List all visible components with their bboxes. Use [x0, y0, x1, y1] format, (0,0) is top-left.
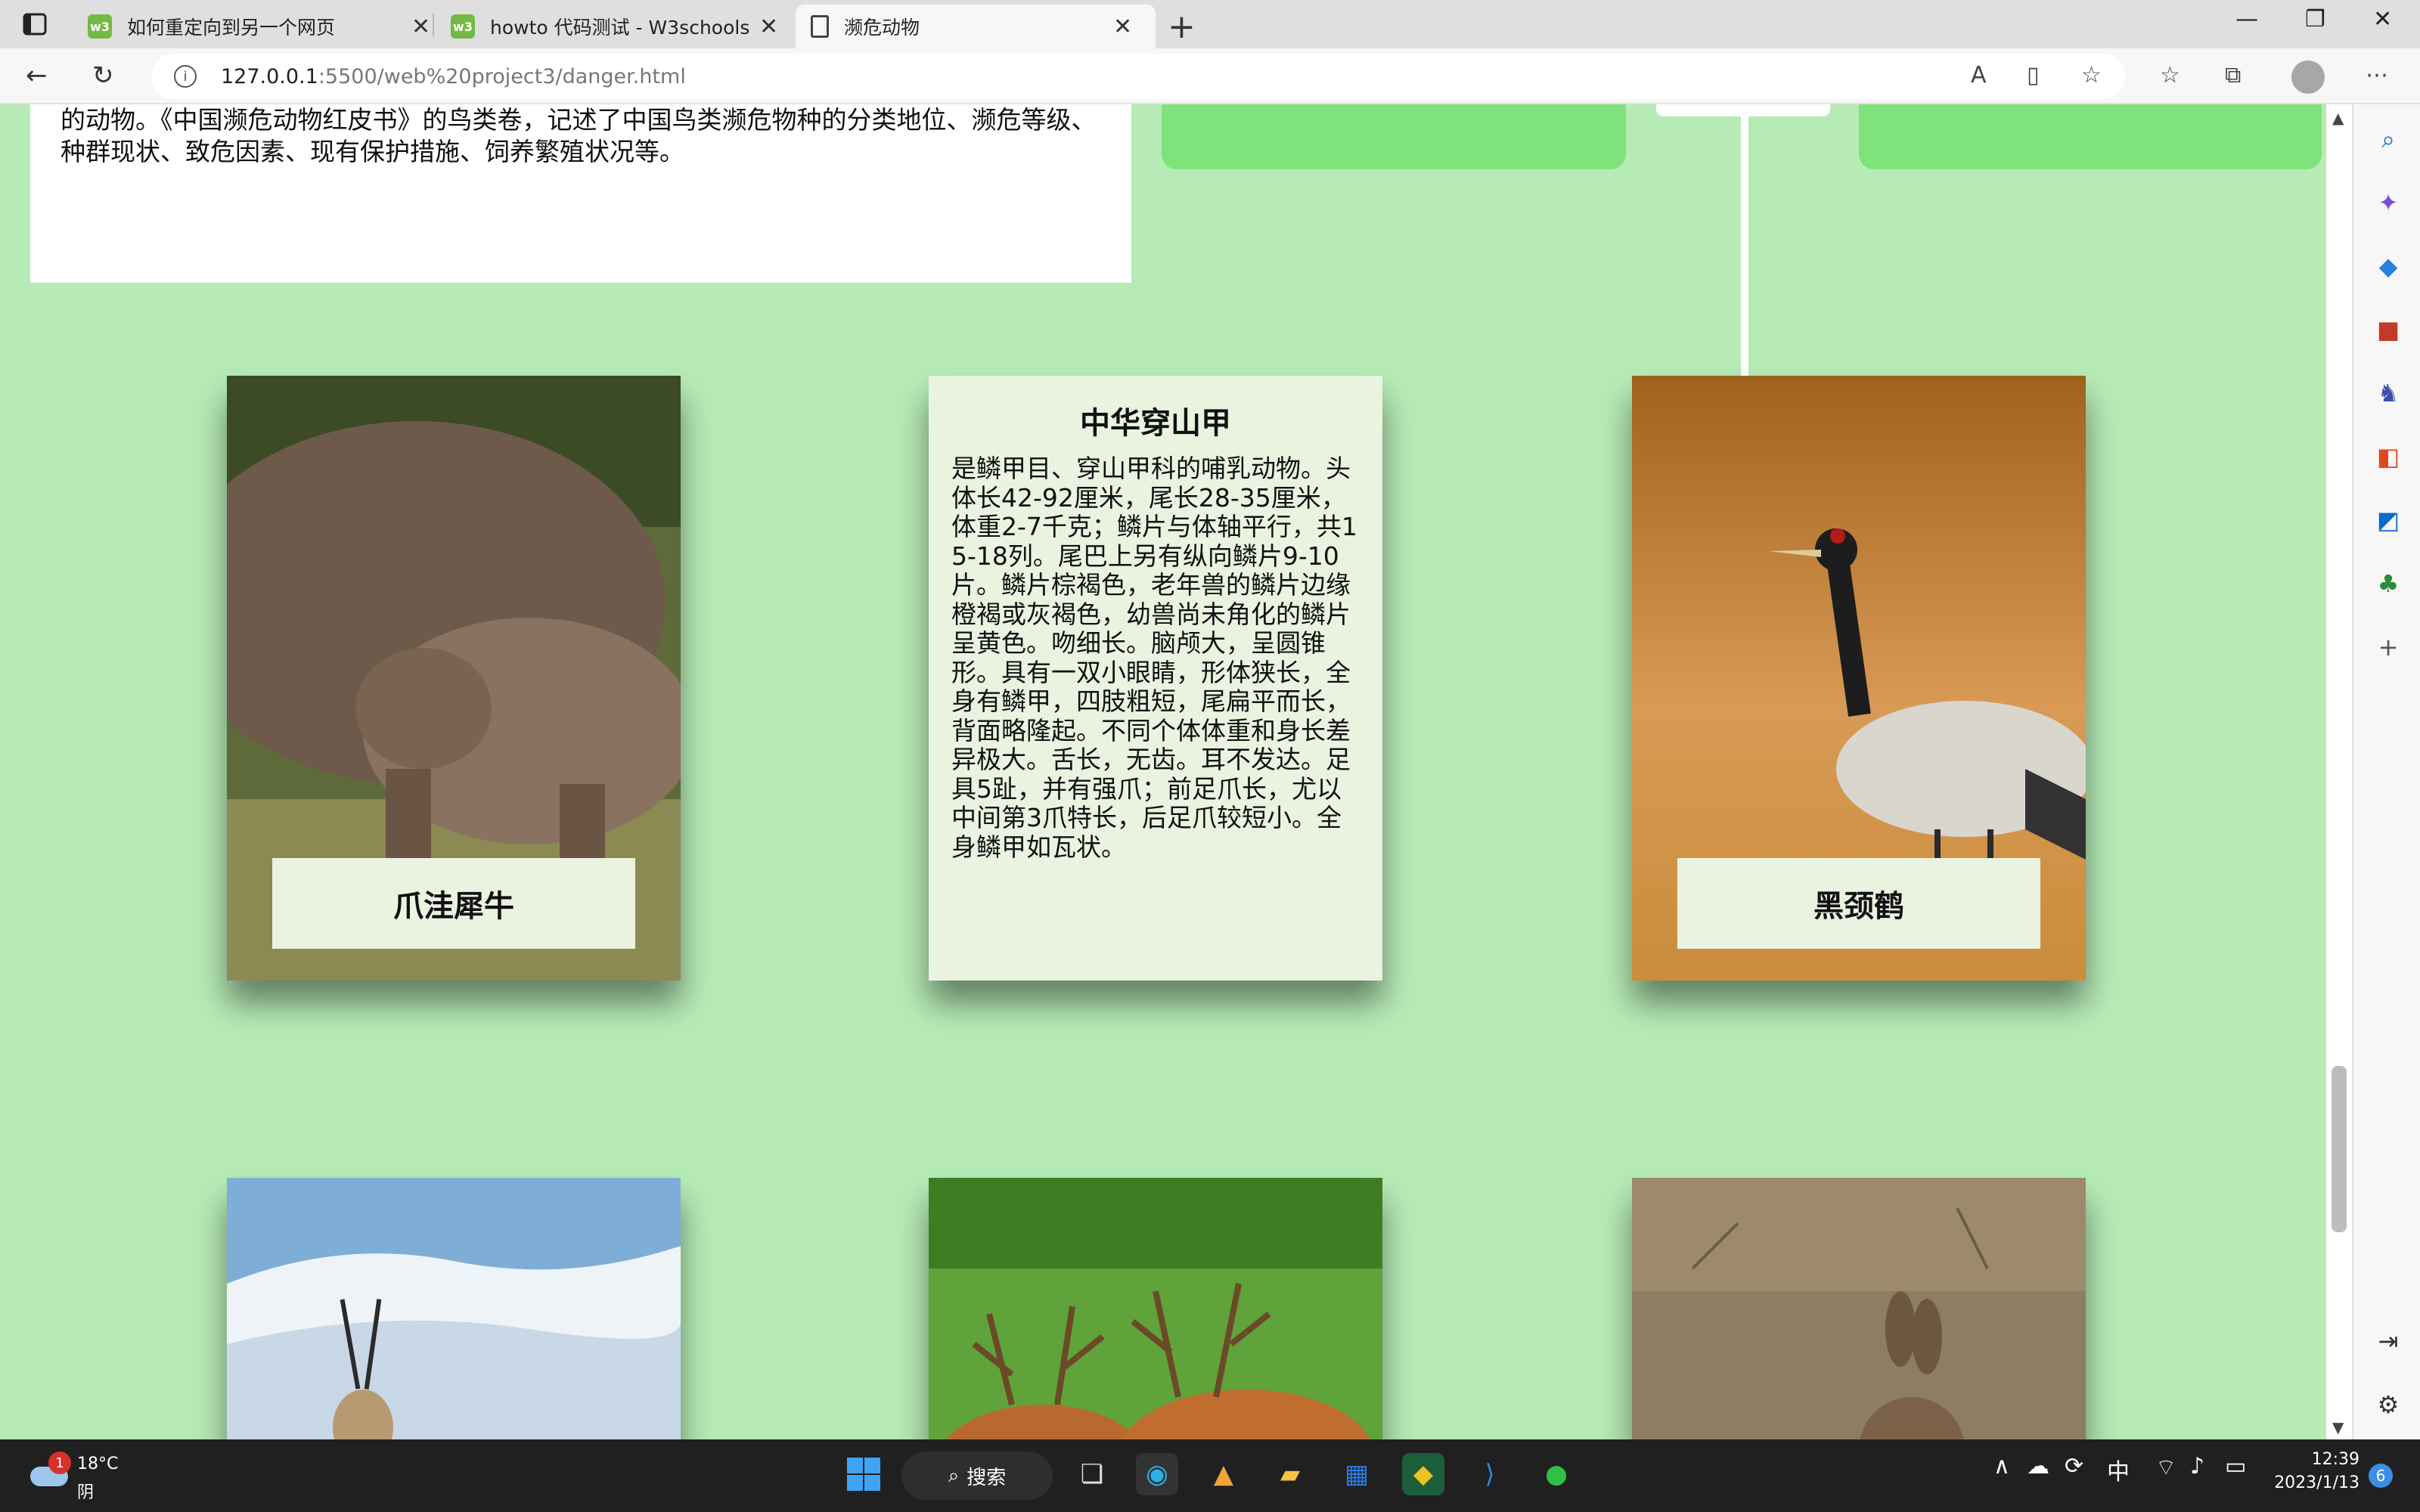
store-icon[interactable]: ▦ [1336, 1453, 1378, 1495]
clock[interactable]: 12:39 2023/1/13 [2269, 1450, 2360, 1492]
w3schools-favicon-icon: w3 [88, 14, 112, 39]
more-menu-icon[interactable]: ⋯ [2366, 62, 2388, 88]
tab-redirect[interactable]: w3 如何重定向到另一个网页 ✕ [73, 5, 445, 48]
close-tab-icon[interactable]: ✕ [1113, 14, 1132, 40]
file-explorer-icon[interactable]: ▰ [1269, 1453, 1311, 1495]
close-tab-icon[interactable]: ✕ [411, 14, 430, 40]
add-favorite-icon[interactable]: ☆ [2081, 62, 2102, 88]
taskbar-search[interactable]: ⌕ 搜索 [901, 1452, 1053, 1500]
app-yellow-icon[interactable]: ◆ [1402, 1453, 1444, 1495]
search-icon: ⌕ [948, 1464, 960, 1487]
site-info-icon[interactable]: i [174, 65, 197, 88]
immersive-reader-icon[interactable]: ▯ [2027, 62, 2040, 88]
tools-icon[interactable]: ■ [2373, 314, 2403, 345]
outlook-icon[interactable]: ◩ [2373, 505, 2403, 535]
read-aloud-icon[interactable]: A [1971, 62, 1987, 88]
animal-name-plate: 黑颈鹤 [1677, 858, 2040, 949]
document-favicon-icon [811, 15, 829, 38]
windows-start-icon[interactable] [842, 1453, 885, 1495]
scrollbar-thumb[interactable] [2332, 1066, 2347, 1232]
navigation-bar: ← ↻ i 127.0.0.1 :5500/web%20project3/dan… [0, 48, 2420, 104]
collections-icon[interactable]: ⧉ [2225, 62, 2241, 88]
settings-gear-icon[interactable]: ⚙ [2373, 1390, 2403, 1420]
favorites-icon[interactable]: ☆ [2160, 62, 2180, 88]
tab-title: 如何重定向到另一个网页 [127, 17, 336, 39]
vertical-scrollbar[interactable]: ▲ ▼ [2326, 104, 2352, 1439]
windows-taskbar: 1 18°C 阴 ⌕ 搜索 ❏ ◉ ▲ ▰ ▦ ◆ ⟩ ● ∧ ☁ ⟳ 中 ⌔ … [0, 1439, 2420, 1512]
copilot-icon[interactable]: ✦ [2373, 187, 2403, 218]
tab-title: 濒危动物 [844, 17, 920, 39]
tab-danger-animals[interactable]: 濒危动物 ✕ [796, 5, 1156, 48]
games-icon[interactable]: ♞ [2373, 378, 2403, 408]
tab-actions-icon[interactable] [20, 11, 50, 38]
intro-line: 种群现状、致危因素、现有保护措施、饲养繁殖状况等。 [60, 137, 684, 166]
shopping-icon[interactable]: ◆ [2373, 251, 2403, 281]
search-label: 搜索 [966, 1466, 1007, 1489]
new-tab-icon[interactable]: + [1168, 8, 1196, 46]
animal-card-rhino[interactable]: 爪洼犀牛 [227, 376, 681, 981]
animal-card-antelope[interactable] [227, 1178, 681, 1439]
restore-icon[interactable]: ❐ [2305, 6, 2325, 33]
green-panel [1162, 104, 1626, 169]
timeline-line [1741, 104, 1748, 376]
close-tab-icon[interactable]: ✕ [759, 14, 778, 40]
refresh-icon[interactable]: ↻ [92, 60, 114, 91]
profile-avatar[interactable] [2291, 60, 2325, 94]
edge-browser-icon[interactable]: ◉ [1136, 1453, 1178, 1495]
wifi-icon[interactable]: ⌔ [2155, 1453, 2176, 1482]
green-panel [1859, 104, 2322, 169]
volume-icon[interactable]: ♪ [2190, 1453, 2204, 1479]
sync-icon[interactable]: ⟳ [2065, 1453, 2083, 1479]
tray-chevron-icon[interactable]: ∧ [1993, 1453, 2010, 1479]
animal-title: 中华穿山甲 [1080, 406, 1231, 441]
add-sidebar-icon[interactable]: + [2373, 632, 2403, 662]
tab-divider [433, 14, 434, 36]
onedrive-icon[interactable]: ☁ [2027, 1453, 2049, 1479]
battery-icon[interactable]: ▭ [2225, 1453, 2246, 1479]
office-icon[interactable]: ◧ [2373, 442, 2403, 472]
search-icon[interactable]: ⌕ [2373, 124, 2403, 154]
back-icon[interactable]: ← [26, 60, 48, 91]
weather-desc: 阴 [77, 1483, 95, 1502]
tab-bar: w3 如何重定向到另一个网页 ✕ w3 howto 代码测试 - W3schoo… [0, 0, 2420, 48]
tab-title: howto 代码测试 - W3schools 在线 [490, 17, 755, 39]
clock-time: 12:39 [2311, 1450, 2360, 1469]
animal-card-deer[interactable] [929, 1178, 1382, 1439]
hide-sidebar-icon[interactable]: ⇥ [2373, 1326, 2403, 1356]
url-host: 127.0.0.1 [221, 64, 318, 88]
weather-badge: 1 [48, 1452, 71, 1474]
animal-name-plate: 爪洼犀牛 [272, 858, 635, 949]
url-path: :5500/web%20project3/danger.html [318, 64, 686, 88]
minimize-icon[interactable]: — [2235, 6, 2258, 33]
notification-badge[interactable]: 6 [2369, 1464, 2393, 1488]
weather-temp: 18°C [77, 1455, 119, 1473]
weather-widget[interactable]: 1 18°C 阴 [23, 1450, 129, 1503]
w3schools-favicon-icon: w3 [451, 14, 475, 39]
close-window-icon[interactable]: ✕ [2373, 6, 2392, 33]
animal-info-card-pangolin[interactable]: 中华穿山甲 是鳞甲目、穿山甲科的哺乳动物。头体长42-92厘米，尾长28-35厘… [929, 376, 1382, 981]
animal-description: 是鳞甲目、穿山甲科的哺乳动物。头体长42-92厘米，尾长28-35厘米，体重2-… [951, 454, 1357, 862]
vscode-icon[interactable]: ⟩ [1469, 1453, 1511, 1495]
app-triangle-icon[interactable]: ▲ [1202, 1453, 1245, 1495]
antelope-photo [227, 1178, 681, 1439]
intro-text-box: 的动物。《中国濒危动物红皮书》的鸟类卷，记述了中国鸟类濒危物种的分类地位、濒危等… [30, 104, 1131, 283]
kangaroo-photo [1632, 1178, 2086, 1439]
wechat-icon[interactable]: ● [1535, 1453, 1578, 1495]
animal-card-kangaroo[interactable] [1632, 1178, 2086, 1439]
task-view-icon[interactable]: ❏ [1071, 1453, 1113, 1495]
clock-date: 2023/1/13 [2274, 1473, 2360, 1492]
address-bar[interactable]: i 127.0.0.1 :5500/web%20project3/danger.… [151, 54, 2125, 99]
edge-sidebar: ⌕ ✦ ◆ ■ ♞ ◧ ◩ ♣ + ⇥ ⚙ [2352, 104, 2420, 1439]
scroll-up-icon[interactable]: ▲ [2332, 109, 2344, 127]
deer-photo [929, 1178, 1382, 1439]
tab-howto[interactable]: w3 howto 代码测试 - W3schools 在线 ✕ [436, 5, 794, 48]
scroll-down-icon[interactable]: ▼ [2332, 1418, 2344, 1436]
page-viewport: 的动物。《中国濒危动物红皮书》的鸟类卷，记述了中国鸟类濒危物种的分类地位、濒危等… [0, 104, 2326, 1439]
ime-indicator[interactable]: 中 [2107, 1453, 2130, 1486]
animal-card-crane[interactable]: 黑颈鹤 [1632, 376, 2086, 981]
tree-icon[interactable]: ♣ [2373, 569, 2403, 599]
intro-line: 的动物。《中国濒危动物红皮书》的鸟类卷，记述了中国鸟类濒危物种的分类地位、濒危等… [60, 105, 1097, 135]
